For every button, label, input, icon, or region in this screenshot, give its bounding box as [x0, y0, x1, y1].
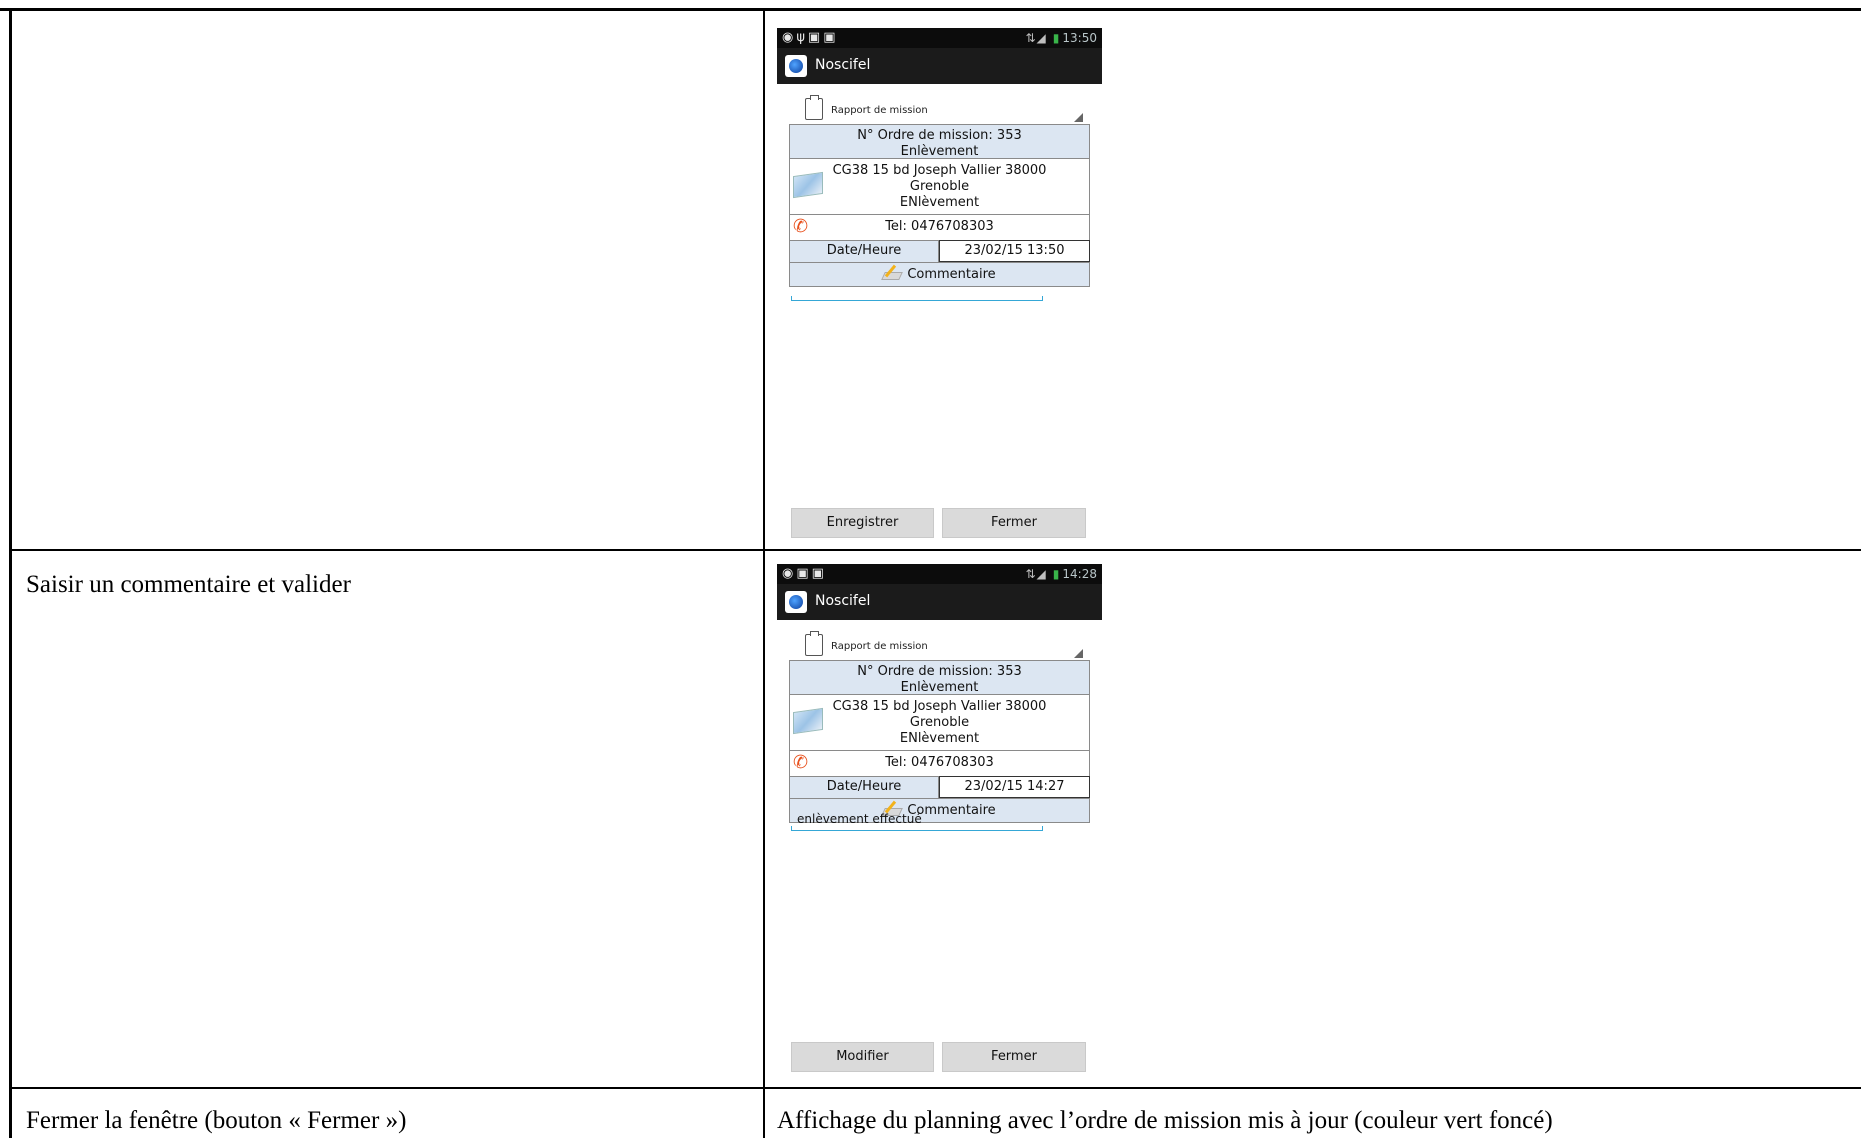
instruction-cell: Saisir un commentaire et valider [0, 550, 764, 1088]
status-right: ⇅◢ ▮ 14:28 [1026, 567, 1098, 581]
status-right: ⇅◢ ▮ 13:50 [1026, 31, 1098, 45]
screenshot-cell: ◉▣▣ ⇅◢ ▮ 14:28 Noscifel Rapport de mission… [764, 550, 1861, 1088]
signal-icon: ⇅◢ [1025, 567, 1047, 581]
mission-info-table: N° Ordre de mission: 353 Enlèvement CG38… [789, 124, 1090, 287]
address-city: Grenoble [909, 179, 970, 194]
address-block[interactable]: CG38 15 bd Joseph Vallier 38000 Grenoble… [789, 695, 1090, 751]
mission-order-header: N° Ordre de mission: 353 Enlèvement [789, 124, 1090, 159]
status-icons: ◉ψ▣▣ [782, 30, 839, 45]
date-value-field[interactable]: 23/02/15 14:27 [939, 776, 1090, 798]
date-row: Date/Heure 23/02/15 14:27 [789, 776, 1090, 799]
status-bar: ◉ψ▣▣ ⇅◢ ▮ 13:50 [777, 28, 1102, 48]
battery-icon: ▮ [1052, 567, 1060, 581]
screenshot-cell: ◉ψ▣▣ ⇅◢ ▮ 13:50 Noscifel Rapport de missio… [764, 8, 1861, 550]
spinner-label: Rapport de mission [831, 105, 928, 116]
status-bar: ◉▣▣ ⇅◢ ▮ 14:28 [777, 564, 1102, 584]
report-type-spinner[interactable]: Rapport de mission [801, 95, 1083, 124]
status-icons: ◉▣▣ [782, 566, 827, 581]
comment-input[interactable]: enlèvement effectué [791, 810, 1043, 831]
instruction-text: Saisir un commentaire et valider [26, 571, 351, 598]
table-row: Saisir un commentaire et valider ◉▣▣ ⇅◢ ▮… [0, 550, 1861, 1088]
report-type-spinner[interactable]: Rapport de mission [801, 631, 1083, 660]
mission-order-number: N° Ordre de mission: 353 [857, 128, 1022, 143]
status-time: 14:28 [1062, 567, 1097, 581]
address-type: ENlèvement [899, 195, 980, 210]
app-logo-icon[interactable] [785, 55, 807, 77]
signal-icon: ⇅◢ [1025, 31, 1047, 45]
phone-screenshot: ◉▣▣ ⇅◢ ▮ 14:28 Noscifel Rapport de mission… [777, 564, 1102, 1074]
app-title: Noscifel [815, 57, 871, 73]
close-button[interactable]: Fermer [942, 508, 1086, 538]
mission-type: Enlèvement [900, 680, 979, 695]
mission-info-table: N° Ordre de mission: 353 Enlèvement CG38… [789, 660, 1090, 823]
table-row: ◉ψ▣▣ ⇅◢ ▮ 13:50 Noscifel Rapport de missio… [0, 8, 1861, 550]
map-icon [793, 707, 823, 735]
phone-icon: ✆ [793, 752, 809, 773]
date-label: Date/Heure [790, 777, 939, 798]
pencil-icon [883, 266, 899, 280]
mission-type: Enlèvement [900, 144, 979, 159]
address-line: CG38 15 bd Joseph Vallier 38000 [832, 163, 1047, 178]
map-icon [793, 171, 823, 199]
status-time: 13:50 [1062, 31, 1097, 45]
app-title: Noscifel [815, 593, 871, 609]
date-label: Date/Heure [790, 241, 939, 262]
date-value-field[interactable]: 23/02/15 13:50 [939, 240, 1090, 262]
phone-screenshot: ◉ψ▣▣ ⇅◢ ▮ 13:50 Noscifel Rapport de missio… [777, 28, 1102, 538]
save-button[interactable]: Enregistrer [791, 508, 934, 538]
result-cell: Affichage du planning avec l’ordre de mi… [764, 1088, 1861, 1148]
address-city: Grenoble [909, 715, 970, 730]
address-type: ENlèvement [899, 731, 980, 746]
instruction-cell: Fermer la fenêtre (bouton « Fermer ») [0, 1088, 764, 1148]
comment-input[interactable] [791, 280, 1043, 301]
instruction-text: Fermer la fenêtre (bouton « Fermer ») [26, 1107, 407, 1134]
table-row: Fermer la fenêtre (bouton « Fermer ») Af… [0, 1088, 1861, 1148]
phone-block[interactable]: ✆ Tel: 0476708303 [789, 751, 1090, 777]
clipboard-icon [805, 95, 823, 120]
address-block[interactable]: CG38 15 bd Joseph Vallier 38000 Grenoble… [789, 159, 1090, 215]
address-line: CG38 15 bd Joseph Vallier 38000 [832, 699, 1047, 714]
instruction-cell [0, 8, 764, 550]
phone-icon: ✆ [793, 216, 809, 237]
app-logo-icon[interactable] [785, 591, 807, 613]
date-row: Date/Heure 23/02/15 13:50 [789, 240, 1090, 263]
modify-button[interactable]: Modifier [791, 1042, 934, 1072]
procedure-table: ◉ψ▣▣ ⇅◢ ▮ 13:50 Noscifel Rapport de missio… [0, 8, 1861, 1138]
phone-number: Tel: 0476708303 [885, 219, 994, 234]
action-bar: Noscifel [777, 48, 1102, 84]
phone-block[interactable]: ✆ Tel: 0476708303 [789, 215, 1090, 241]
mission-order-header: N° Ordre de mission: 353 Enlèvement [789, 660, 1090, 695]
dropdown-arrow-icon [1074, 113, 1083, 122]
action-bar: Noscifel [777, 584, 1102, 620]
dropdown-arrow-icon [1074, 649, 1083, 658]
phone-number: Tel: 0476708303 [885, 755, 994, 770]
result-text: Affichage du planning avec l’ordre de mi… [777, 1107, 1553, 1134]
spinner-label: Rapport de mission [831, 641, 928, 652]
clipboard-icon [805, 631, 823, 656]
mission-order-number: N° Ordre de mission: 353 [857, 664, 1022, 679]
close-button[interactable]: Fermer [942, 1042, 1086, 1072]
battery-icon: ▮ [1052, 31, 1060, 45]
